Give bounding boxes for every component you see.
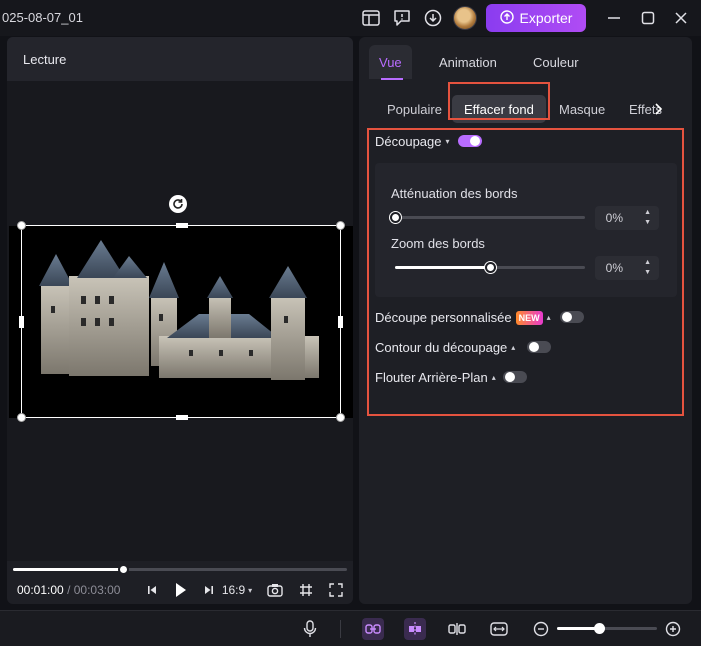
link-icon[interactable]	[362, 618, 384, 640]
timeline-zoom-fill	[557, 627, 599, 630]
active-tab-indicator	[381, 78, 403, 80]
progress-handle[interactable]	[118, 564, 129, 575]
feedback-icon[interactable]	[392, 8, 412, 28]
crop-grid-icon[interactable]	[297, 581, 315, 599]
resize-handle-bottom[interactable]	[176, 415, 188, 420]
progress-fill	[13, 568, 123, 571]
resize-handle-bottom-right[interactable]	[336, 413, 345, 422]
player-title: Lecture	[23, 52, 67, 67]
time-separator: /	[67, 583, 71, 597]
resize-handle-left[interactable]	[19, 316, 24, 328]
aspect-ratio-value: 16:9	[221, 583, 246, 597]
split-icon[interactable]	[446, 618, 468, 640]
resize-handle-top[interactable]	[176, 223, 188, 228]
magnet-icon[interactable]	[404, 618, 426, 640]
tab-couleur[interactable]: Couleur	[523, 45, 589, 79]
export-button[interactable]: Exporter	[486, 4, 586, 32]
preview-canvas[interactable]	[7, 81, 353, 561]
tab-label: Animation	[439, 54, 497, 70]
play-icon[interactable]	[171, 581, 189, 599]
zoom-in-icon[interactable]	[662, 618, 684, 640]
resize-handle-bottom-left[interactable]	[17, 413, 26, 422]
title-bar: 025-08-07_01 Exporter	[0, 0, 701, 36]
resize-handle-right[interactable]	[338, 316, 343, 328]
layout-icon[interactable]	[361, 8, 381, 28]
tab-label: Couleur	[533, 54, 579, 70]
next-frame-icon[interactable]	[201, 581, 217, 599]
chevron-right-icon[interactable]	[653, 100, 667, 118]
subtab-masque[interactable]: Masque	[547, 95, 617, 123]
snapshot-icon[interactable]	[266, 581, 284, 599]
divider	[340, 620, 341, 638]
player-panel: Lecture 00:01:00 / 00:03:00 16:9 ▾	[7, 37, 353, 604]
tab-vue[interactable]: Vue	[369, 45, 412, 79]
time-current: 00:01:00	[17, 583, 64, 597]
time-display: 00:01:00 / 00:03:00	[17, 583, 120, 597]
playback-progress[interactable]	[13, 564, 347, 575]
minimize-icon[interactable]	[605, 9, 623, 27]
timeline-zoom-slider[interactable]	[557, 623, 657, 634]
subtab-populaire[interactable]: Populaire	[375, 95, 454, 123]
maximize-icon[interactable]	[639, 9, 657, 27]
close-icon[interactable]	[672, 9, 690, 27]
prev-frame-icon[interactable]	[144, 581, 160, 599]
fit-width-icon[interactable]	[488, 618, 510, 640]
fullscreen-icon[interactable]	[327, 581, 345, 599]
export-icon	[499, 9, 514, 27]
download-icon[interactable]	[423, 8, 443, 28]
chevron-down-icon: ▾	[248, 585, 253, 595]
subtab-label: Populaire	[387, 101, 442, 117]
tab-animation[interactable]: Animation	[429, 45, 507, 79]
zoom-out-icon[interactable]	[530, 618, 552, 640]
tab-label: Vue	[379, 54, 402, 70]
rotate-icon[interactable]	[169, 195, 187, 213]
resize-handle-top-right[interactable]	[336, 221, 345, 230]
resize-handle-top-left[interactable]	[17, 221, 26, 230]
player-header: Lecture	[7, 37, 353, 81]
user-avatar[interactable]	[453, 6, 477, 30]
export-label: Exporter	[519, 10, 573, 26]
timeline-toolbar	[0, 610, 701, 646]
highlight-box-subtab	[448, 82, 550, 120]
microphone-icon[interactable]	[299, 618, 321, 640]
timeline-zoom-handle[interactable]	[594, 623, 605, 634]
highlight-box-section	[367, 128, 684, 416]
time-total: 00:03:00	[73, 583, 121, 597]
subtab-label: Masque	[559, 101, 606, 117]
aspect-ratio-dropdown[interactable]: 16:9 ▾	[218, 581, 256, 599]
project-title: 025-08-07_01	[2, 10, 83, 25]
selection-box[interactable]	[17, 221, 345, 422]
tab-bar: Vue Animation Couleur	[359, 37, 692, 83]
